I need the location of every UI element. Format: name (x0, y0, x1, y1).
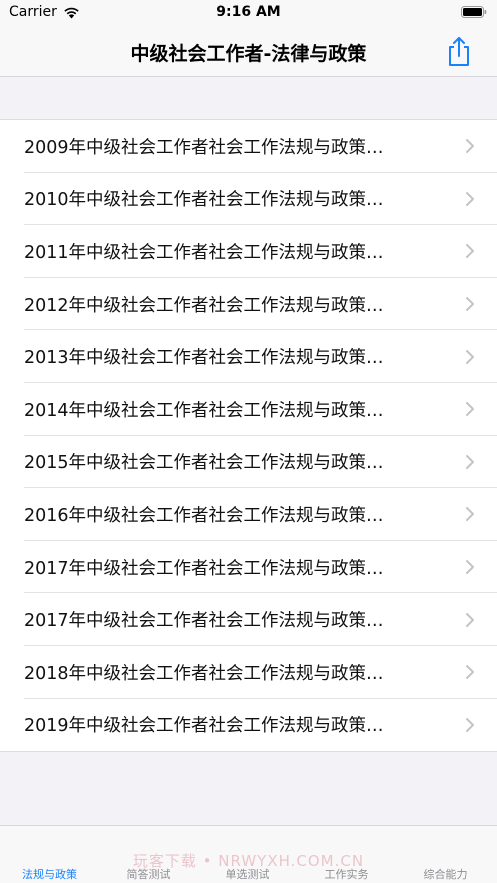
battery-icon (461, 6, 487, 18)
tab-work-practice[interactable]: 工作实务 (297, 866, 396, 882)
list-item[interactable]: 2010年中级社会工作者社会工作法规与政策… (0, 173, 497, 226)
chevron-right-icon (466, 665, 474, 680)
list-item[interactable]: 2014年中级社会工作者社会工作法规与政策… (0, 383, 497, 436)
tab-short-answer-test[interactable]: 简答测试 (99, 866, 198, 882)
chevron-right-icon (466, 139, 474, 154)
list-item-label: 2012年中级社会工作者社会工作法规与政策… (24, 295, 384, 316)
share-icon[interactable] (445, 35, 473, 67)
list-item[interactable]: 2017年中级社会工作者社会工作法规与政策… (0, 593, 497, 646)
navigation-bar: 中级社会工作者-法律与政策 (0, 26, 497, 77)
list-item[interactable]: 2019年中级社会工作者社会工作法规与政策… (0, 699, 497, 752)
list-item[interactable]: 2013年中级社会工作者社会工作法规与政策… (0, 330, 497, 383)
list-item-label: 2011年中级社会工作者社会工作法规与政策… (24, 242, 384, 263)
list-item-label: 2015年中级社会工作者社会工作法规与政策… (24, 453, 384, 474)
list-item-label: 2016年中级社会工作者社会工作法规与政策… (24, 505, 384, 526)
list-item[interactable]: 2011年中级社会工作者社会工作法规与政策… (0, 225, 497, 278)
chevron-right-icon (466, 402, 474, 417)
exam-list: 2009年中级社会工作者社会工作法规与政策… 2010年中级社会工作者社会工作法… (0, 119, 497, 753)
tab-laws-policies[interactable]: 法规与政策 (0, 866, 99, 882)
chevron-right-icon (466, 191, 474, 206)
tab-bar: 玩客下载 • NRWYXH.COM.CN 法规与政策 简答测试 单选测试 工作实… (0, 825, 497, 883)
list-item-label: 2018年中级社会工作者社会工作法规与政策… (24, 663, 384, 684)
tab-single-choice-test[interactable]: 单选测试 (198, 866, 297, 882)
chevron-right-icon (466, 560, 474, 575)
page-title: 中级社会工作者-法律与政策 (130, 43, 367, 65)
list-item-label: 2010年中级社会工作者社会工作法规与政策… (24, 190, 384, 211)
chevron-right-icon (466, 244, 474, 259)
list-item[interactable]: 2018年中级社会工作者社会工作法规与政策… (0, 646, 497, 699)
status-bar: Carrier 9:16 AM (0, 0, 497, 26)
list-item[interactable]: 2017年中级社会工作者社会工作法规与政策… (0, 541, 497, 594)
list-item-label: 2009年中级社会工作者社会工作法规与政策… (24, 137, 384, 158)
list-item-label: 2019年中级社会工作者社会工作法规与政策… (24, 716, 384, 737)
tab-comprehensive-ability[interactable]: 综合能力 (396, 866, 495, 882)
list-item[interactable]: 2016年中级社会工作者社会工作法规与政策… (0, 488, 497, 541)
list-item-label: 2014年中级社会工作者社会工作法规与政策… (24, 400, 384, 421)
list-item[interactable]: 2012年中级社会工作者社会工作法规与政策… (0, 278, 497, 331)
chevron-right-icon (466, 349, 474, 364)
list-item[interactable]: 2009年中级社会工作者社会工作法规与政策… (0, 120, 497, 173)
list-item-label: 2013年中级社会工作者社会工作法规与政策… (24, 348, 384, 369)
list-item[interactable]: 2015年中级社会工作者社会工作法规与政策… (0, 436, 497, 489)
chevron-right-icon (466, 507, 474, 522)
list-item-label: 2017年中级社会工作者社会工作法规与政策… (24, 558, 384, 579)
clock: 9:16 AM (216, 4, 281, 20)
list-item-label: 2017年中级社会工作者社会工作法规与政策… (24, 611, 384, 632)
chevron-right-icon (466, 612, 474, 627)
chevron-right-icon (466, 297, 474, 312)
chevron-right-icon (466, 454, 474, 469)
chevron-right-icon (466, 717, 474, 732)
